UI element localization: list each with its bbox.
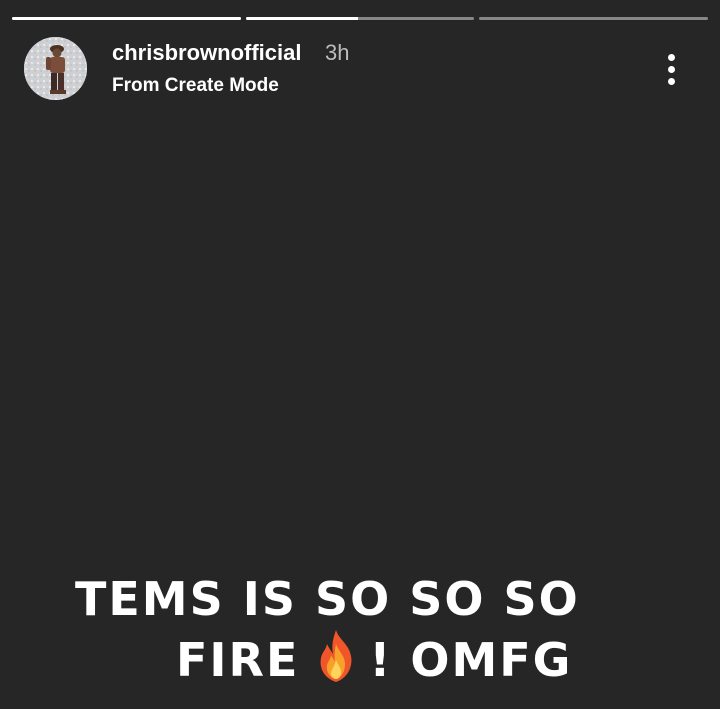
username[interactable]: chrisbrownofficial <box>112 40 301 66</box>
story-source-label: From Create Mode <box>112 75 279 96</box>
more-dot <box>668 66 675 73</box>
progress-segment-3 <box>479 17 709 20</box>
caption-line-2-start: FIRE <box>176 633 300 687</box>
caption-line-2-end: ! OMFG <box>369 633 573 687</box>
fire-emoji-icon <box>313 628 359 684</box>
progress-fill-2 <box>245 17 358 20</box>
more-dot <box>668 54 675 61</box>
caption-line-2: FIRE ! OMFG <box>0 628 670 689</box>
more-vertical-icon[interactable] <box>656 50 688 90</box>
post-time: 3h <box>325 40 350 65</box>
progress-segment-1 <box>12 17 241 20</box>
more-dot <box>668 78 675 85</box>
progress-segment-2 <box>245 17 475 20</box>
story-progress-bar <box>12 17 709 20</box>
avatar[interactable] <box>24 37 87 100</box>
avatar-image <box>24 37 87 100</box>
progress-fill-1 <box>12 17 241 20</box>
caption-line-1: TEMS IS SO SO SO <box>75 572 580 626</box>
story-caption: TEMS IS SO SO SO FIRE ! OMFG <box>0 570 670 689</box>
